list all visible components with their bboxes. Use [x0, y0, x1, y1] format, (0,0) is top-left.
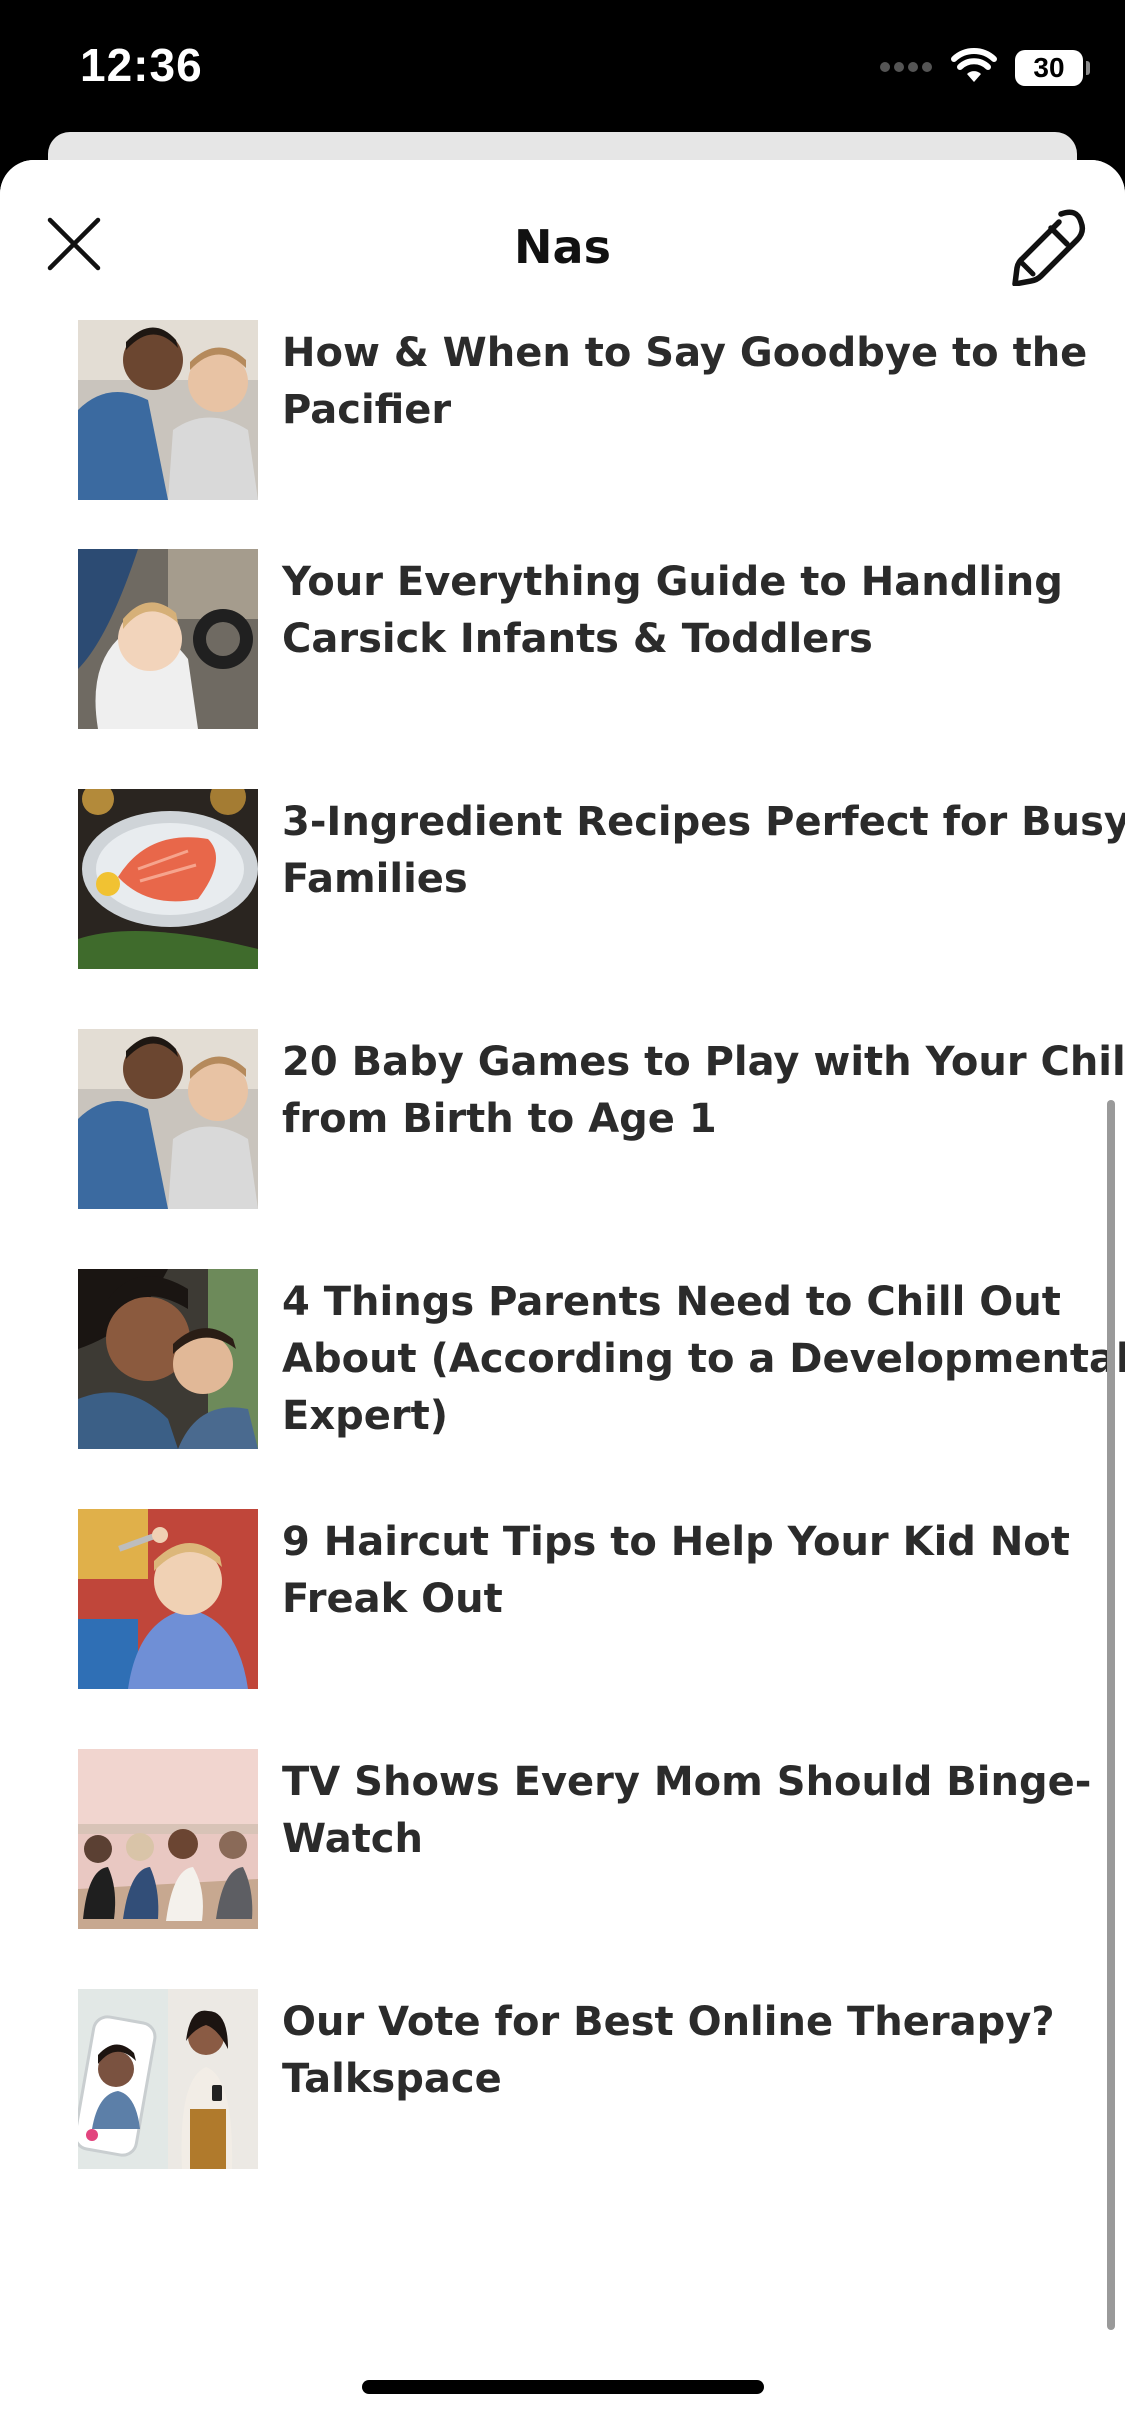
article-thumbnail [78, 789, 258, 969]
list-item[interactable]: TV Shows Every Mom Should Binge-Watch [78, 1749, 1091, 1929]
list-item[interactable]: 3-Ingredient Recipes Perfect for Busy Fa… [78, 789, 1125, 969]
close-icon [47, 217, 101, 271]
close-button[interactable] [40, 210, 108, 278]
article-thumbnail [78, 1509, 258, 1689]
article-title: 20 Baby Games to Play with Your Child fr… [282, 1039, 1125, 1142]
status-bar: 12:36 30 [0, 0, 1125, 140]
article-title: Your Everything Guide to Handling Carsic… [282, 559, 1063, 662]
article-thumbnail [78, 1269, 258, 1449]
list-item[interactable]: Your Everything Guide to Handling Carsic… [78, 549, 1078, 729]
home-indicator[interactable] [362, 2380, 764, 2394]
article-thumbnail [78, 1749, 258, 1929]
battery-icon: 30 [1015, 50, 1090, 86]
list-item[interactable]: 4 Things Parents Need to Chill Out About… [78, 1269, 1125, 1449]
article-list[interactable]: How & When to Say Goodbye to the Pacifie… [0, 160, 1125, 2436]
article-title: 9 Haircut Tips to Help Your Kid Not Frea… [282, 1519, 1070, 1622]
modal-sheet: How & When to Say Goodbye to the Pacifie… [0, 160, 1125, 2436]
status-icons: 30 [879, 48, 1090, 88]
compose-button[interactable] [1005, 204, 1089, 288]
sheet-header: Nas [0, 160, 1125, 320]
page-title: Nas [514, 220, 611, 274]
article-thumbnail [78, 1989, 258, 2169]
article-title: 3-Ingredient Recipes Perfect for Busy Fa… [282, 799, 1125, 902]
article-title: 4 Things Parents Need to Chill Out About… [282, 1279, 1125, 1439]
compose-icon [1012, 209, 1086, 286]
article-thumbnail [78, 1029, 258, 1209]
list-item[interactable]: How & When to Say Goodbye to the Pacifie… [78, 320, 1087, 500]
signal-icon [879, 59, 933, 78]
list-item[interactable]: 9 Haircut Tips to Help Your Kid Not Frea… [78, 1509, 1078, 1689]
article-title: How & When to Say Goodbye to the Pacifie… [282, 330, 1088, 433]
status-time: 12:36 [80, 39, 203, 91]
article-thumbnail [78, 549, 258, 729]
wifi-icon [951, 48, 997, 88]
article-title: TV Shows Every Mom Should Binge-Watch [282, 1759, 1092, 1862]
article-title: Our Vote for Best Online Therapy? Talksp… [282, 1999, 1055, 2102]
scrollbar[interactable] [1107, 1100, 1115, 2330]
article-thumbnail [78, 320, 258, 500]
list-item[interactable]: Our Vote for Best Online Therapy? Talksp… [78, 1989, 1078, 2169]
list-item[interactable]: 20 Baby Games to Play with Your Child fr… [78, 1029, 1125, 1209]
